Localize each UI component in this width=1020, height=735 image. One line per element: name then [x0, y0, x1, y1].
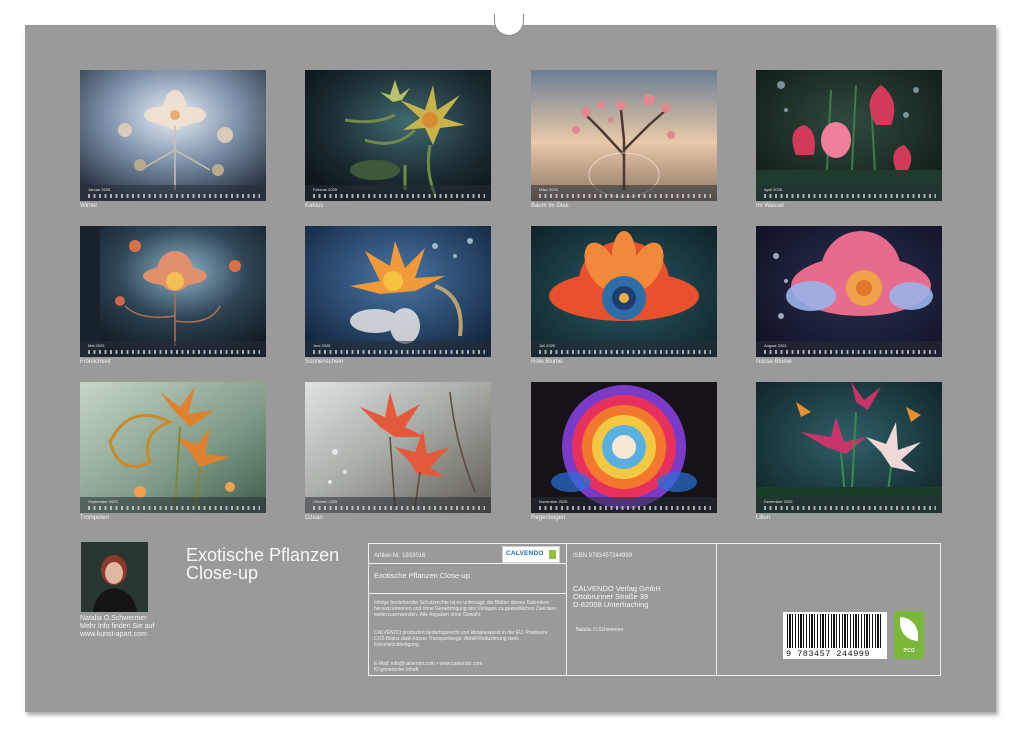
month-label: Dezember 2025	[764, 499, 792, 504]
month-label: März 2025	[539, 187, 558, 192]
orange-flower-icon: Juni 2025	[305, 226, 491, 357]
image-caption: Winter	[80, 203, 266, 210]
red-flower-icon: Juli 2025	[531, 226, 717, 357]
month-tile-october[interactable]: Oktober 2025 Ozean	[305, 382, 491, 522]
divider	[566, 543, 567, 676]
month-tile-june[interactable]: Juni 2025 Sonnenschein	[305, 226, 491, 366]
image-caption: Nasse Blume	[756, 359, 942, 366]
image-caption: Kaktus	[305, 203, 491, 210]
eco-text: CALVENDO produziert bedarfsgerecht und k…	[374, 630, 560, 648]
eco-badge: eco	[894, 611, 924, 659]
legal-text: Infolge bestehender Schutzrechte ist es …	[374, 600, 560, 618]
article-number: Artikel-Nr. 1933016	[374, 553, 425, 560]
month-label: April 2025	[764, 187, 782, 192]
lily-icon: Dezember 2025	[756, 382, 942, 513]
logo-text: CALVENDO	[506, 550, 544, 557]
dahlia-icon: November 2025	[531, 382, 717, 513]
month-label: Januar 2025	[88, 187, 110, 192]
barcode-number: 9 783457 244999	[786, 649, 870, 659]
month-tile-april[interactable]: April 2025 Im Wasser	[756, 70, 942, 210]
month-tile-february[interactable]: Februar 2025 Kaktus	[305, 70, 491, 210]
month-label: Mai 2025	[88, 343, 104, 348]
lily-icon: Oktober 2025	[305, 382, 491, 513]
month-tile-july[interactable]: Juli 2025 Rote Blume	[531, 226, 717, 366]
lily-icon: September 2025	[80, 382, 266, 513]
eco-label: eco	[894, 647, 924, 654]
month-label: November 2025	[539, 499, 567, 504]
calendar-title: Exotische Pflanzen Close-up	[186, 546, 356, 582]
calvendo-logo: CALVENDO	[502, 546, 560, 563]
leaf-icon	[900, 617, 918, 641]
author-name: Natalia O.Schwermer	[80, 615, 154, 623]
tree-icon: März 2025	[531, 70, 717, 201]
image-caption: Trompeten	[80, 515, 266, 522]
isbn: ISBN 9783457244999	[573, 553, 632, 560]
image-caption: Baum im Glas	[531, 203, 717, 210]
image-caption: Ozean	[305, 515, 491, 522]
author-portrait	[81, 542, 148, 612]
divider	[368, 563, 566, 564]
image-caption: Regenbogen	[531, 515, 717, 522]
month-tile-january[interactable]: Januar 2025 Winter	[80, 70, 266, 210]
image-caption: Im Wasser	[756, 203, 942, 210]
month-tile-november[interactable]: November 2025 Regenbogen	[531, 382, 717, 522]
month-tile-september[interactable]: September 2025 Trompeten	[80, 382, 266, 522]
author-credit: Natalia O.Schwermer	[576, 627, 624, 633]
month-label: Oktober 2025	[313, 499, 337, 504]
orange-flower-icon: Mai 2025	[80, 226, 266, 357]
image-caption: Rote Blume	[531, 359, 717, 366]
cactus-flower-icon: Februar 2025	[305, 70, 491, 201]
month-tile-august[interactable]: August 2025 Nasse Blume	[756, 226, 942, 366]
image-caption: Sonnenschein	[305, 359, 491, 366]
month-label: Juli 2025	[539, 343, 555, 348]
white-flower-icon: Januar 2025	[80, 70, 266, 201]
author-website[interactable]: www.kunst-apart.com	[80, 631, 154, 639]
image-caption: Lilien	[756, 515, 942, 522]
author-info-line: Mehr Info finden Sie auf	[80, 623, 154, 631]
month-tile-march[interactable]: März 2025 Baum im Glas	[531, 70, 717, 210]
month-label: August 2025	[764, 343, 786, 348]
image-caption: Fröhlichkeit	[80, 359, 266, 366]
pink-flower-icon: August 2025	[756, 226, 942, 357]
publisher-city: D-82008 Unterhaching	[573, 601, 648, 609]
divider	[716, 543, 717, 676]
month-label: September 2025	[88, 499, 118, 504]
barcode: 9 783457 244999	[783, 612, 887, 659]
month-label: Juni 2025	[313, 343, 330, 348]
divider	[368, 593, 566, 594]
author-info: Natalia O.Schwermer Mehr Info finden Sie…	[80, 615, 154, 639]
month-tile-december[interactable]: Dezember 2025 Lilien	[756, 382, 942, 522]
ai-note: KI-generierter Inhalt	[374, 667, 418, 673]
info-title: Exotische Pflanzen Close-up	[374, 572, 470, 580]
red-flower-icon: April 2025	[756, 70, 942, 201]
month-tile-may[interactable]: Mai 2025 Fröhlichkeit	[80, 226, 266, 366]
month-label: Februar 2025	[313, 187, 337, 192]
